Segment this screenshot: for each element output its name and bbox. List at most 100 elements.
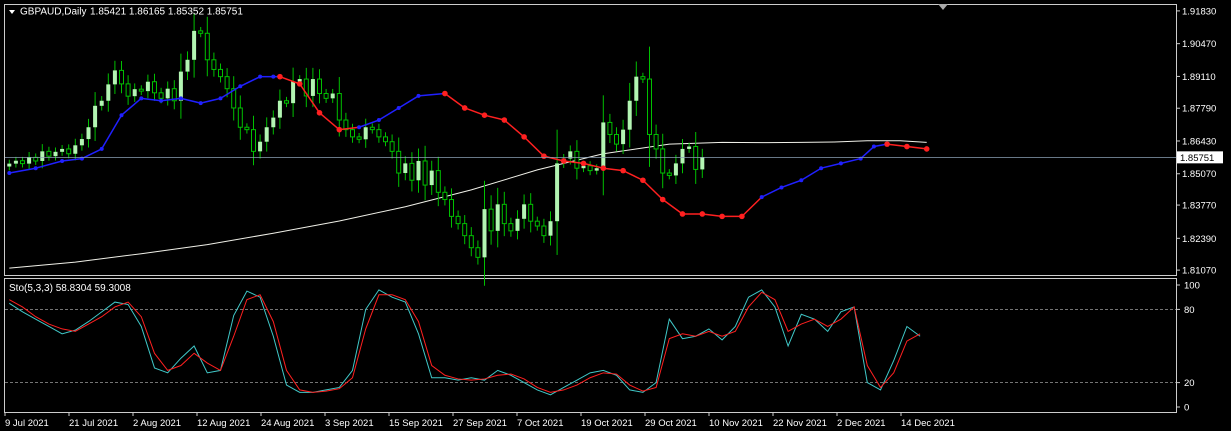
trailing-stop-dot-down bbox=[521, 134, 527, 140]
trailing-stop-dot-up bbox=[357, 125, 362, 130]
time-tick-label: 14 Dec 2021 bbox=[901, 418, 955, 429]
candle-body-bull bbox=[27, 157, 32, 164]
trailing-stop-dot-down bbox=[884, 141, 890, 147]
trailing-stop-dot-down bbox=[580, 160, 587, 167]
time-tick-label: 2 Dec 2021 bbox=[837, 418, 886, 429]
candle-body-bull bbox=[634, 76, 639, 101]
stochastic-label: Sto(5,3,3) 58.8304 59.3008 bbox=[9, 283, 131, 294]
candle-body-bear bbox=[376, 129, 382, 138]
candle-body-bull bbox=[185, 59, 190, 72]
candle-body-bull bbox=[132, 89, 137, 97]
candle-body-bull bbox=[555, 163, 560, 222]
candle-body-bear bbox=[653, 133, 659, 150]
time-tick-label: 15 Sep 2021 bbox=[389, 418, 443, 429]
candle-body-bear bbox=[435, 170, 441, 193]
candle-body-bear bbox=[251, 129, 256, 152]
time-tick-label: 22 Nov 2021 bbox=[773, 418, 827, 429]
candle-body-bull bbox=[310, 79, 315, 96]
candle-body-bull bbox=[271, 117, 276, 128]
trailing-stop-dot-up bbox=[159, 98, 164, 103]
candle-body-bull bbox=[522, 204, 527, 219]
stochastic-tick-label: 80 bbox=[1184, 305, 1195, 316]
candle-body-bull bbox=[700, 157, 705, 170]
candle-body-bull bbox=[106, 84, 111, 101]
candle-body-bull bbox=[548, 221, 553, 236]
candle-body-bull bbox=[13, 160, 18, 164]
candle-body-bear bbox=[534, 220, 540, 227]
symbol-timeframe-label: GBPAUD,Daily bbox=[20, 7, 87, 18]
trailing-stop-dot-down bbox=[541, 153, 547, 159]
candle-body-bear bbox=[607, 121, 613, 135]
time-tick-label: 29 Oct 2021 bbox=[645, 418, 697, 429]
trailing-stop-dot-down bbox=[640, 177, 646, 184]
candle-body-bear bbox=[666, 172, 672, 176]
candle-body-bear bbox=[449, 199, 454, 217]
price-tick-label: 1.91830 bbox=[1182, 6, 1216, 17]
trailing-stop-dot-up bbox=[139, 96, 144, 101]
trailing-stop-dot-down bbox=[659, 196, 666, 203]
candle-body-bear bbox=[336, 93, 342, 121]
candle-body-bear bbox=[46, 150, 52, 157]
candle-body-bear bbox=[284, 100, 289, 104]
trailing-stop-dot-down bbox=[461, 105, 468, 111]
candle-body-bear bbox=[647, 78, 652, 135]
candle-body-bull bbox=[429, 170, 434, 186]
candle-body-bull bbox=[53, 151, 58, 157]
candle-body-bear bbox=[204, 32, 210, 61]
time-tick-label: 7 Oct 2021 bbox=[517, 418, 563, 429]
time-tick-label: 19 Oct 2021 bbox=[581, 418, 633, 429]
candle-body-bear bbox=[501, 203, 507, 225]
candle-body-bear bbox=[422, 160, 428, 186]
trailing-stop-dot-down bbox=[481, 112, 488, 119]
candle-body-bear bbox=[528, 203, 534, 222]
candle-body-bull bbox=[627, 100, 632, 130]
chart-background bbox=[0, 0, 1231, 431]
trailing-stop-dot-up bbox=[178, 96, 183, 101]
candle-body-bear bbox=[383, 136, 388, 143]
candle-body-bear bbox=[574, 150, 580, 169]
candle-body-bear bbox=[20, 160, 25, 165]
candle-body-bull bbox=[621, 129, 626, 145]
candle-body-bull bbox=[515, 218, 520, 231]
trailing-stop-dot-up bbox=[7, 171, 12, 176]
trailing-stop-dot-up bbox=[218, 96, 223, 101]
candle-body-bear bbox=[66, 148, 72, 155]
candle-body-bull bbox=[258, 141, 263, 152]
candle-body-bear bbox=[323, 93, 329, 99]
candle-body-bear bbox=[356, 136, 362, 140]
candle-body-bull bbox=[99, 100, 104, 106]
candle-body-bear bbox=[244, 126, 250, 131]
time-tick-label: 9 Jul 2021 bbox=[5, 418, 49, 429]
candle-body-bull bbox=[40, 151, 45, 161]
candle-body-bear bbox=[125, 83, 131, 97]
trailing-stop-dot-down bbox=[296, 81, 303, 87]
candle-body-bull bbox=[165, 88, 170, 99]
trailing-stop-dot-up bbox=[396, 105, 401, 110]
price-tick-label: 1.81070 bbox=[1182, 266, 1216, 277]
candle-body-bull bbox=[687, 146, 692, 149]
candle-body-bear bbox=[462, 223, 468, 237]
price-axis: 1.91830 1.90470 1.89110 1.87790 1.86430 1.850… bbox=[1176, 6, 1216, 277]
time-tick-label: 27 Sep 2021 bbox=[453, 418, 507, 429]
mt4-chart-window[interactable]: 1.91830 1.90470 1.89110 1.87790 1.86430 1.850… bbox=[0, 0, 1231, 431]
time-tick-label: 10 Nov 2021 bbox=[709, 418, 763, 429]
trailing-stop-dot-up bbox=[119, 113, 124, 118]
candle-body-bull bbox=[680, 148, 685, 164]
candle-body-bear bbox=[138, 88, 144, 92]
candle-body-bear bbox=[119, 69, 124, 85]
candle-body-bear bbox=[317, 78, 322, 95]
trailing-stop-dot-down bbox=[904, 143, 910, 150]
candle-body-bull bbox=[93, 105, 98, 128]
candle-body-bull bbox=[112, 70, 117, 85]
candle-body-bear bbox=[455, 215, 461, 225]
trailing-stop-dot-down bbox=[442, 90, 448, 97]
trailing-stop-dot-up bbox=[271, 74, 276, 79]
trailing-stop-dot-up bbox=[33, 166, 38, 171]
trailing-stop-dot-up bbox=[416, 93, 421, 98]
candle-body-bull bbox=[601, 122, 606, 169]
trailing-stop-dot-down bbox=[336, 126, 343, 133]
trailing-stop-dot-up bbox=[779, 185, 784, 190]
candle-body-bull bbox=[7, 163, 12, 167]
trailing-stop-dot-down bbox=[679, 211, 686, 217]
candle-body-bear bbox=[237, 107, 243, 128]
